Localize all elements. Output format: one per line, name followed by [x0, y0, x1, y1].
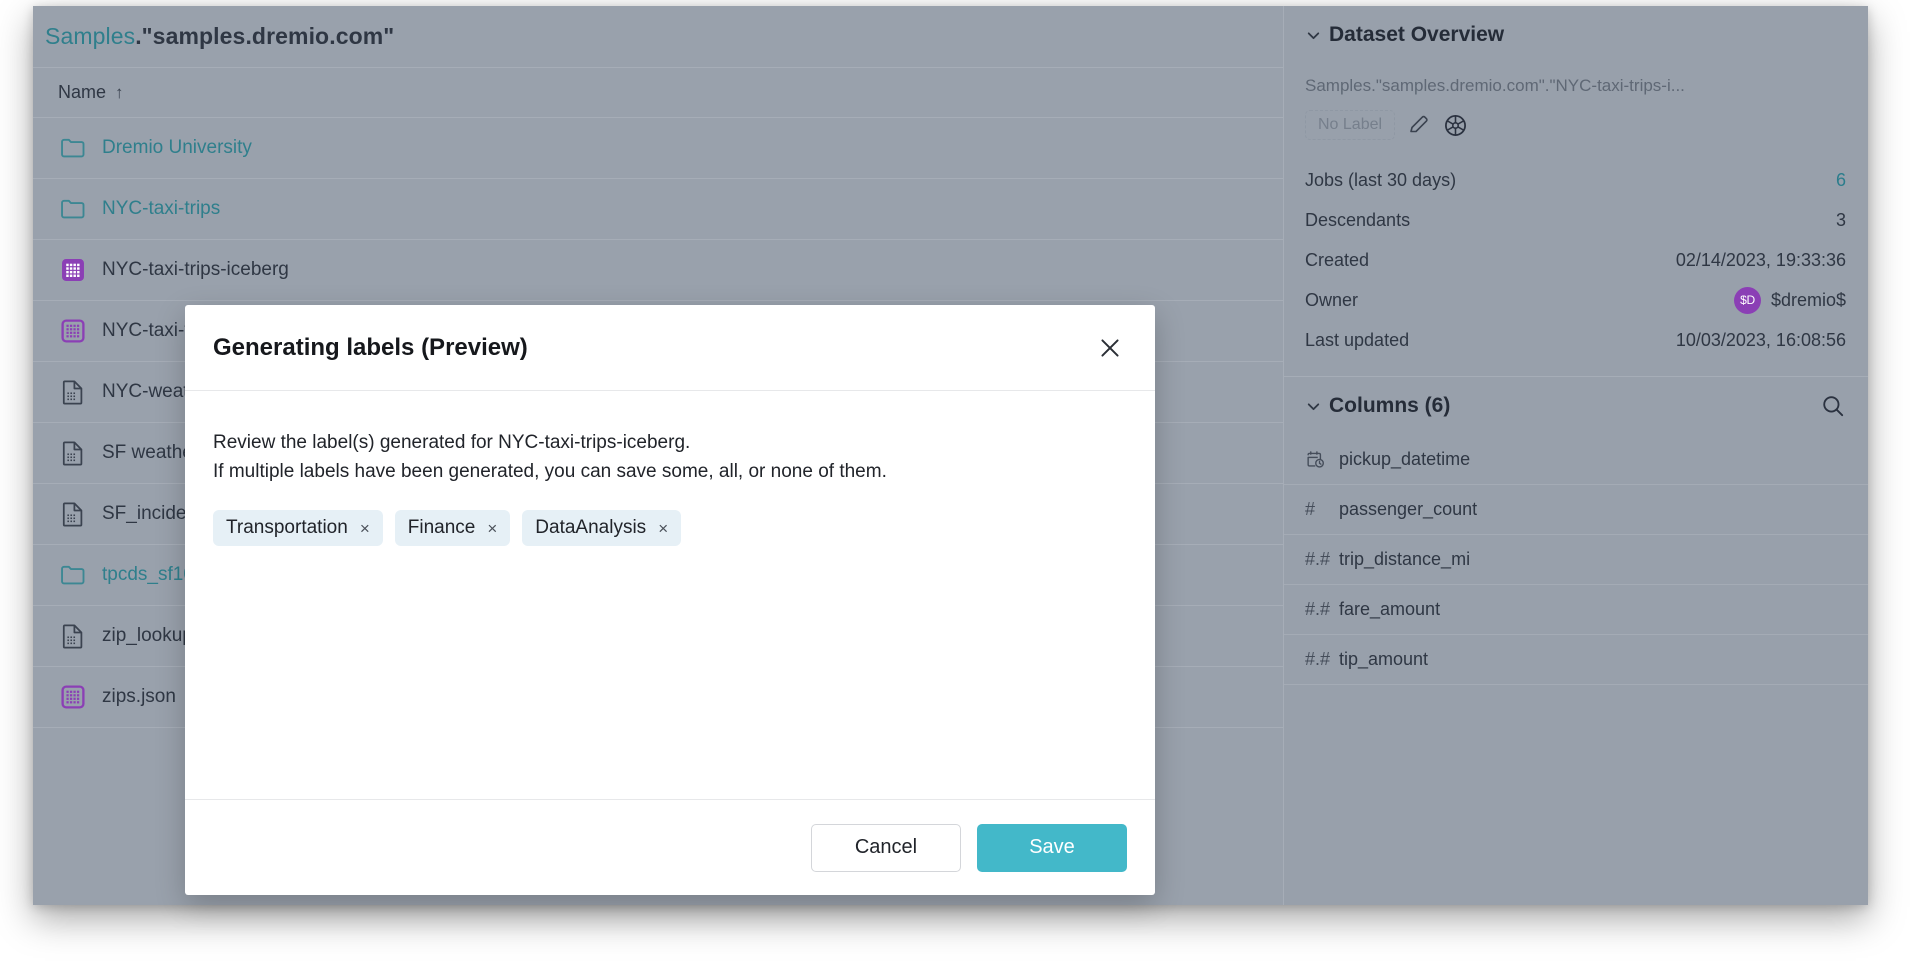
column-name: tip_amount — [1339, 649, 1428, 670]
folder-icon — [58, 560, 88, 590]
columns-header[interactable]: Columns (6) — [1284, 377, 1868, 435]
table-icon — [58, 682, 88, 712]
file-icon — [58, 621, 88, 651]
dataset-metadata-list: Jobs (last 30 days)6Descendants3Created0… — [1284, 150, 1868, 360]
remove-label-icon[interactable]: × — [487, 520, 497, 537]
modal-footer: Cancel Save — [185, 799, 1155, 895]
column-name: fare_amount — [1339, 599, 1440, 620]
list-column-header[interactable]: Name ↑ — [33, 68, 1283, 118]
avatar: $D — [1734, 287, 1761, 314]
column-row[interactable]: #.#fare_amount — [1284, 585, 1868, 635]
columns-title: Columns (6) — [1329, 394, 1450, 418]
label-chip[interactable]: Finance × — [395, 510, 511, 546]
save-button[interactable]: Save — [977, 824, 1127, 872]
remove-label-icon[interactable]: × — [360, 520, 370, 537]
cancel-button[interactable]: Cancel — [811, 824, 961, 872]
dataset-overview-header[interactable]: Dataset Overview — [1284, 6, 1868, 64]
iceberg-table-icon — [58, 255, 88, 285]
breadcrumb-root[interactable]: Samples — [45, 23, 135, 49]
label-chip-text: Finance — [408, 517, 476, 539]
metadata-value: $D $dremio$ — [1734, 287, 1846, 314]
label-row: No Label — [1284, 96, 1868, 150]
generate-labels-icon[interactable] — [1443, 113, 1468, 138]
chevron-down-icon[interactable] — [1305, 27, 1325, 44]
integer-icon: # — [1305, 499, 1339, 520]
modal-body: Review the label(s) generated for NYC-ta… — [185, 391, 1155, 799]
metadata-value-text: 3 — [1836, 210, 1846, 231]
metadata-key: Owner — [1305, 290, 1734, 311]
list-item-label: NYC-taxi-trips-iceberg — [102, 259, 289, 281]
label-chips: Transportation × Finance × DataAnalysis × — [213, 510, 1127, 546]
generating-labels-modal: Generating labels (Preview) Review the l… — [185, 305, 1155, 895]
float-icon: #.# — [1305, 549, 1339, 570]
float-icon: #.# — [1305, 649, 1339, 670]
label-chip[interactable]: DataAnalysis × — [522, 510, 681, 546]
datetime-icon — [1305, 449, 1339, 470]
metadata-value-text: 02/14/2023, 19:33:36 — [1676, 250, 1846, 271]
close-icon[interactable] — [1093, 331, 1127, 365]
metadata-row: Jobs (last 30 days)6 — [1305, 160, 1846, 200]
search-icon[interactable] — [1820, 393, 1846, 419]
metadata-key: Created — [1305, 250, 1676, 271]
file-icon — [58, 377, 88, 407]
pencil-icon[interactable] — [1407, 113, 1431, 137]
column-name: passenger_count — [1339, 499, 1477, 520]
list-item[interactable]: Dremio University — [33, 118, 1283, 179]
modal-line-1: Review the label(s) generated for NYC-ta… — [213, 429, 1127, 458]
dataset-overview-panel: Dataset Overview Samples."samples.dremio… — [1283, 6, 1868, 905]
sort-ascending-icon: ↑ — [115, 83, 124, 103]
table-icon — [58, 316, 88, 346]
column-name: pickup_datetime — [1339, 449, 1470, 470]
metadata-value-text: 6 — [1836, 170, 1846, 191]
dataset-overview-title: Dataset Overview — [1329, 23, 1504, 47]
column-row[interactable]: #passenger_count — [1284, 485, 1868, 535]
label-chip-text: Transportation — [226, 517, 348, 539]
column-name: trip_distance_mi — [1339, 549, 1470, 570]
list-item[interactable]: NYC-taxi-trips-iceberg — [33, 240, 1283, 301]
label-chip[interactable]: Transportation × — [213, 510, 383, 546]
file-icon — [58, 499, 88, 529]
metadata-row: Owner$D $dremio$ — [1305, 280, 1846, 320]
metadata-key: Last updated — [1305, 330, 1676, 351]
metadata-row: Last updated10/03/2023, 16:08:56 — [1305, 320, 1846, 360]
list-item-label: Dremio University — [102, 137, 252, 159]
screen: Samples."samples.dremio.com" Name ↑ Drem… — [0, 0, 1912, 962]
list-item-label: zips.json — [102, 686, 176, 708]
column-row[interactable]: #.#tip_amount — [1284, 635, 1868, 685]
metadata-value: 02/14/2023, 19:33:36 — [1676, 250, 1846, 271]
column-row[interactable]: pickup_datetime — [1284, 435, 1868, 485]
metadata-value-text: $dremio$ — [1771, 290, 1846, 311]
breadcrumb-bar: Samples."samples.dremio.com" — [33, 6, 1283, 68]
metadata-value: 3 — [1836, 210, 1846, 231]
folder-icon — [58, 194, 88, 224]
chevron-down-icon-columns[interactable] — [1305, 398, 1325, 415]
breadcrumb-tail[interactable]: ."samples.dremio.com" — [135, 23, 394, 49]
metadata-row: Descendants3 — [1305, 200, 1846, 240]
file-icon — [58, 438, 88, 468]
dataset-path: Samples."samples.dremio.com"."NYC-taxi-t… — [1284, 64, 1868, 96]
label-chip-text: DataAnalysis — [535, 517, 646, 539]
breadcrumb: Samples."samples.dremio.com" — [45, 23, 394, 50]
metadata-row: Created02/14/2023, 19:33:36 — [1305, 240, 1846, 280]
no-label-chip: No Label — [1305, 110, 1395, 140]
metadata-key: Jobs (last 30 days) — [1305, 170, 1836, 191]
list-item[interactable]: NYC-taxi-trips — [33, 179, 1283, 240]
column-row[interactable]: #.#trip_distance_mi — [1284, 535, 1868, 585]
metadata-value: 10/03/2023, 16:08:56 — [1676, 330, 1846, 351]
metadata-value-text: 10/03/2023, 16:08:56 — [1676, 330, 1846, 351]
float-icon: #.# — [1305, 599, 1339, 620]
list-item-label: NYC-taxi-trips — [102, 198, 220, 220]
modal-line-2: If multiple labels have been generated, … — [213, 458, 1127, 487]
folder-icon — [58, 133, 88, 163]
columns-list: pickup_datetime#passenger_count#.#trip_d… — [1284, 435, 1868, 685]
metadata-key: Descendants — [1305, 210, 1836, 231]
remove-label-icon[interactable]: × — [658, 520, 668, 537]
metadata-value[interactable]: 6 — [1836, 170, 1846, 191]
modal-header: Generating labels (Preview) — [185, 305, 1155, 391]
column-header-name: Name — [58, 82, 106, 103]
modal-title: Generating labels (Preview) — [213, 334, 528, 362]
